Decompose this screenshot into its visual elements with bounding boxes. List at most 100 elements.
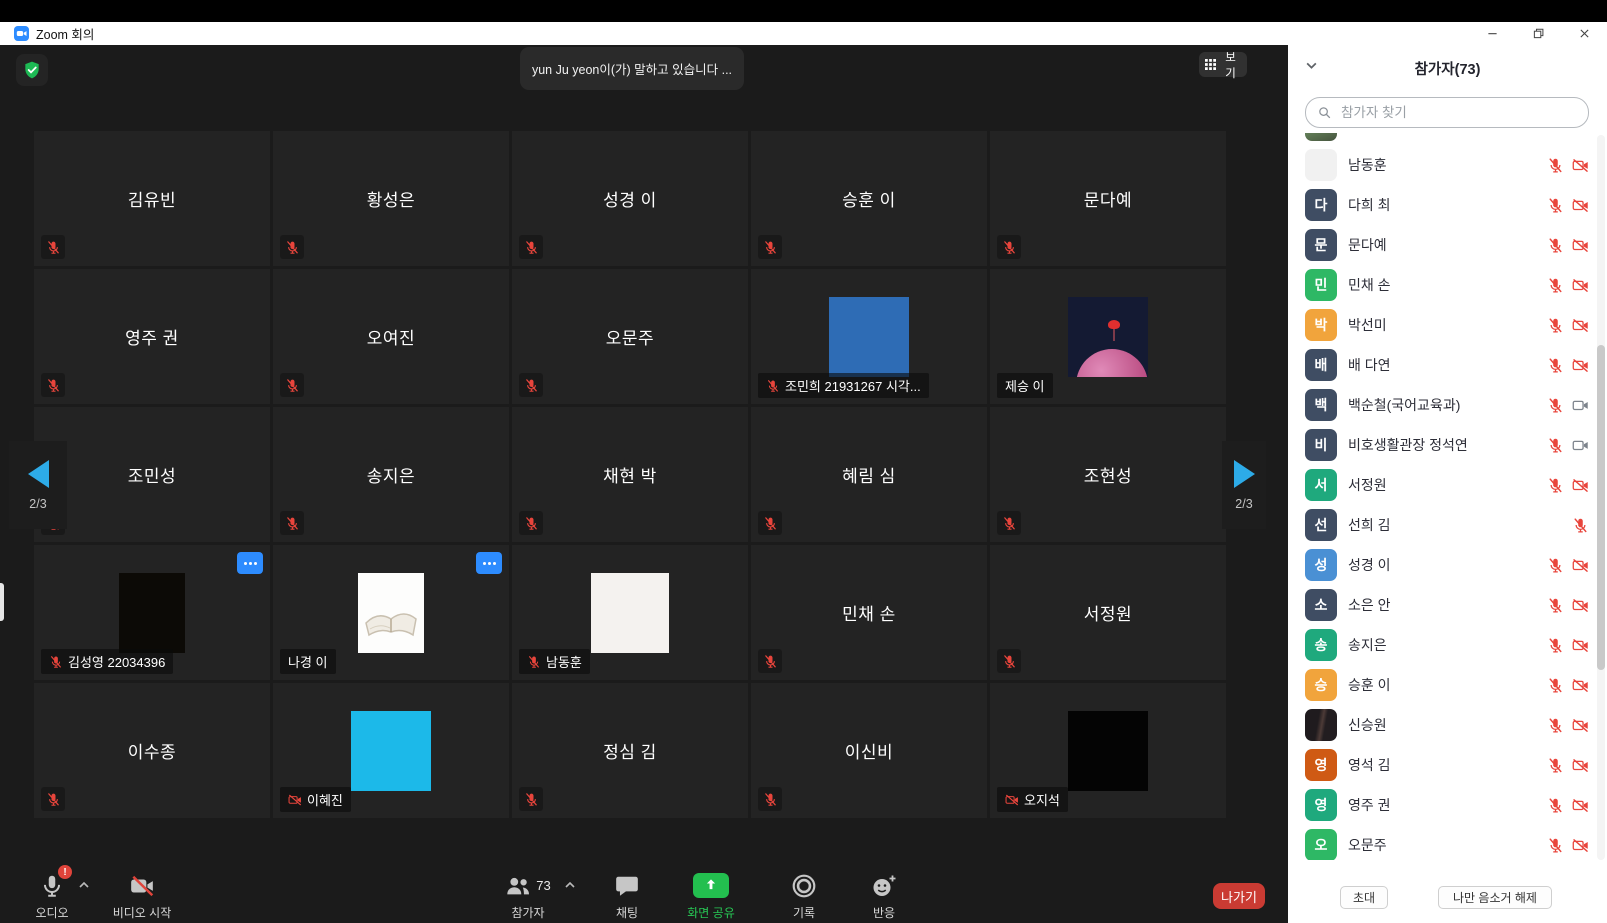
minimize-button[interactable]: [1469, 22, 1515, 45]
panel-handle[interactable]: [0, 583, 4, 621]
video-tile[interactable]: 조민희 21931267 시각...: [751, 269, 987, 404]
video-tile[interactable]: 승훈 이: [751, 131, 987, 266]
security-shield-icon[interactable]: [16, 54, 48, 86]
next-page-button[interactable]: 2/3: [1222, 441, 1266, 529]
reactions-button[interactable]: 반응: [839, 871, 929, 921]
audio-label: 오디오: [35, 904, 68, 921]
video-tile[interactable]: 이혜진: [273, 683, 509, 818]
participant-row[interactable]: 비비호생활관장 정석연: [1288, 425, 1607, 465]
participant-name: 성경 이: [512, 131, 748, 266]
participant-row[interactable]: 서서정원: [1288, 465, 1607, 505]
video-tile[interactable]: 송지은: [273, 407, 509, 542]
avatar: 승: [1305, 669, 1337, 701]
record-label: 기록: [793, 904, 815, 921]
record-button[interactable]: 기록: [759, 871, 849, 921]
participants-label: 참가자: [511, 904, 544, 921]
participant-row[interactable]: 소소은 안: [1288, 585, 1607, 625]
restore-button[interactable]: [1515, 22, 1561, 45]
participants-options-chevron[interactable]: [564, 881, 578, 891]
video-tile[interactable]: 이수종: [34, 683, 270, 818]
participant-row[interactable]: 송송지은: [1288, 625, 1607, 665]
audio-button[interactable]: ! 오디오: [7, 871, 97, 921]
video-tile[interactable]: 황성은: [273, 131, 509, 266]
participant-status-icons: [1547, 357, 1589, 374]
chat-button[interactable]: 채팅: [582, 871, 672, 921]
participant-status-icons: [1547, 237, 1589, 254]
more-options-button[interactable]: [476, 552, 502, 574]
participant-row[interactable]: 성성경 이: [1288, 545, 1607, 585]
mic-muted-icon: [41, 235, 65, 259]
unmute-all-button[interactable]: 나만 음소거 해제: [1438, 886, 1552, 909]
participant-status-icons: [1547, 637, 1589, 654]
participant-video: [351, 711, 431, 791]
video-tile[interactable]: 조민성: [34, 407, 270, 542]
participant-name: 송지은: [1348, 635, 1547, 655]
video-tile[interactable]: 민채 손: [751, 545, 987, 680]
video-grid: 김유빈황성은성경 이승훈 이문다예영주 권오여진오문주조민희 21931267 …: [34, 131, 1226, 818]
participant-row[interactable]: 남동훈: [1288, 145, 1607, 185]
video-tile[interactable]: 김성영 22034396: [34, 545, 270, 680]
video-tile[interactable]: 영주 권: [34, 269, 270, 404]
video-tile[interactable]: 성경 이: [512, 131, 748, 266]
view-button[interactable]: 보기: [1199, 52, 1247, 77]
mic-muted-icon: [758, 511, 782, 535]
video-tile[interactable]: 나경 이: [273, 545, 509, 680]
search-input[interactable]: [1339, 104, 1588, 121]
audio-options-chevron[interactable]: [78, 881, 92, 891]
participant-row[interactable]: 영영석 김: [1288, 745, 1607, 785]
video-tile[interactable]: 오문주: [512, 269, 748, 404]
participant-status-icons: [1547, 837, 1589, 854]
participant-row[interactable]: 배배 다연: [1288, 345, 1607, 385]
previous-page-button[interactable]: 2/3: [9, 441, 67, 529]
avatar: 비: [1305, 429, 1337, 461]
video-tile[interactable]: 제승 이: [990, 269, 1226, 404]
video-tile[interactable]: 이신비: [751, 683, 987, 818]
more-options-button[interactable]: [237, 552, 263, 574]
avatar: 문: [1305, 229, 1337, 261]
video-tile[interactable]: 조현성: [990, 407, 1226, 542]
participant-row[interactable]: [1288, 133, 1607, 145]
participant-row[interactable]: 오오문주: [1288, 825, 1607, 860]
video-tile[interactable]: 김유빈: [34, 131, 270, 266]
participant-name: 오문주: [1348, 835, 1547, 855]
leave-button[interactable]: 나가기: [1213, 883, 1265, 909]
participant-row[interactable]: 백백순철(국어교육과): [1288, 385, 1607, 425]
participant-row[interactable]: 선선희 김: [1288, 505, 1607, 545]
participant-row[interactable]: 영영주 권: [1288, 785, 1607, 825]
video-off-icon: [1572, 757, 1589, 774]
invite-button[interactable]: 초대: [1340, 886, 1388, 909]
audio-alert-badge: !: [58, 865, 72, 879]
participant-name: 승훈 이: [751, 131, 987, 266]
participant-row[interactable]: 민민채 손: [1288, 265, 1607, 305]
video-tile[interactable]: 정심 김: [512, 683, 748, 818]
video-tile[interactable]: 오여진: [273, 269, 509, 404]
video-tile[interactable]: 오지석: [990, 683, 1226, 818]
participant-row[interactable]: 승승훈 이: [1288, 665, 1607, 705]
participant-row[interactable]: 박박선미: [1288, 305, 1607, 345]
start-video-button[interactable]: 비디오 시작: [97, 871, 187, 921]
video-tile[interactable]: 문다예: [990, 131, 1226, 266]
participant-row[interactable]: 신승원: [1288, 705, 1607, 745]
video-tile[interactable]: 혜림 심: [751, 407, 987, 542]
participant-search[interactable]: [1305, 97, 1589, 128]
participant-row[interactable]: 문문다예: [1288, 225, 1607, 265]
participant-name: 제승 이: [1005, 376, 1045, 395]
avatar: 선: [1305, 509, 1337, 541]
avatar: 백: [1305, 389, 1337, 421]
participant-name: 영주 권: [1348, 795, 1547, 815]
mic-muted-icon: [1547, 597, 1564, 614]
video-off-icon: [1572, 797, 1589, 814]
participant-row[interactable]: 다다희 최: [1288, 185, 1607, 225]
video-tile[interactable]: 채현 박: [512, 407, 748, 542]
close-button[interactable]: [1561, 22, 1607, 45]
page-indicator: 2/3: [29, 497, 46, 511]
scrollbar[interactable]: [1597, 135, 1605, 860]
avatar: 다: [1305, 189, 1337, 221]
scrollbar-thumb[interactable]: [1597, 345, 1605, 670]
participants-button[interactable]: 73 참가자: [483, 871, 573, 921]
avatar: 배: [1305, 349, 1337, 381]
share-screen-button[interactable]: 화면 공유: [666, 871, 756, 921]
video-off-icon: [1572, 237, 1589, 254]
video-tile[interactable]: 남동훈: [512, 545, 748, 680]
video-tile[interactable]: 서정원: [990, 545, 1226, 680]
